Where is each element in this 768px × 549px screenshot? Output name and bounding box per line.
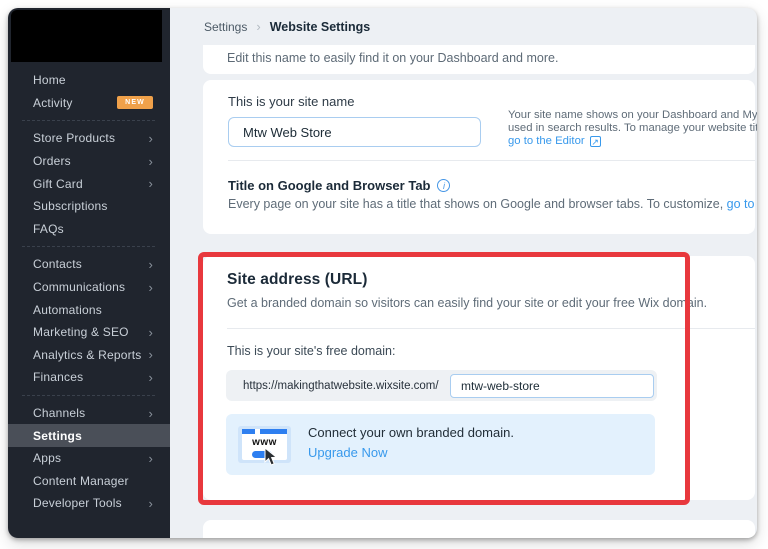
sidebar-item-label: Apps <box>33 451 62 466</box>
sidebar-item-label: Channels <box>33 406 86 421</box>
site-name-intro-text: Edit this name to easily find it on your… <box>227 51 559 65</box>
sidebar-item-label: Gift Card <box>33 176 83 191</box>
sidebar-item-content-manager[interactable]: Content Manager <box>8 470 170 493</box>
sidebar-item-label: Subscriptions <box>33 199 108 214</box>
upgrade-now-link[interactable]: Upgrade Now <box>308 445 388 460</box>
sidebar-item-communications[interactable]: Communications › <box>8 276 170 299</box>
card-divider <box>227 328 755 329</box>
sidebar-item-orders[interactable]: Orders › <box>8 150 170 173</box>
sidebar-divider <box>22 246 155 248</box>
sidebar-item-settings[interactable]: Settings <box>8 424 170 447</box>
sidebar-item-channels[interactable]: Channels › <box>8 402 170 425</box>
sidebar-item-label: Store Products <box>33 131 116 146</box>
breadcrumb-settings[interactable]: Settings <box>204 20 247 34</box>
domain-prefix-text: https://makingthatwebsite.wixsite.com/ <box>243 379 439 392</box>
sidebar-divider <box>22 394 155 396</box>
sidebar-item-subscriptions[interactable]: Subscriptions <box>8 195 170 218</box>
google-title-heading-row: Title on Google and Browser Tab i <box>228 178 451 193</box>
site-name-help-line1: Your site name shows on your Dashboard a… <box>508 109 757 121</box>
new-badge: NEW <box>117 96 153 110</box>
info-icon[interactable]: i <box>437 179 451 192</box>
site-address-heading: Site address (URL) <box>227 271 368 288</box>
next-section-card <box>203 520 755 538</box>
chevron-right-icon: › <box>148 324 153 340</box>
sidebar-item-label: Contacts <box>33 257 82 272</box>
sidebar-divider <box>22 120 155 122</box>
chevron-right-icon: › <box>148 347 153 363</box>
chevron-right-icon: › <box>148 176 153 192</box>
sidebar-item-analytics-reports[interactable]: Analytics & Reports › <box>8 344 170 367</box>
sidebar-item-activity[interactable]: Activity NEW <box>8 92 170 115</box>
sidebar-item-label: Settings <box>33 428 82 443</box>
site-logo[interactable] <box>11 10 162 62</box>
google-title-description-text: Every page on your site has a title that… <box>228 197 727 211</box>
site-name-intro-card: Edit this name to easily find it on your… <box>203 45 755 74</box>
sidebar-item-finances[interactable]: Finances › <box>8 366 170 389</box>
sidebar-item-marketing-seo[interactable]: Marketing & SEO › <box>8 321 170 344</box>
chevron-right-icon: › <box>148 256 153 272</box>
go-to-editor-link[interactable]: go to the Editor <box>508 135 585 147</box>
sidebar-item-label: Automations <box>33 302 102 317</box>
go-to-editor-inline-link[interactable]: go to Editor <box>727 197 757 211</box>
site-address-card: Site address (URL) Get a branded domain … <box>203 256 755 500</box>
sidebar-item-label: Marketing & SEO <box>33 325 129 340</box>
banner-text: Connect your own branded domain. <box>308 425 514 440</box>
www-icon-label: www <box>252 437 277 448</box>
site-address-description: Get a branded domain so visitors can eas… <box>227 296 708 310</box>
sidebar: Home Activity NEW Store Products › Orders › Gif… <box>8 8 170 538</box>
sidebar-item-label: Communications <box>33 280 126 295</box>
sidebar-item-store-products[interactable]: Store Products › <box>8 127 170 150</box>
chevron-right-icon: › <box>148 369 153 385</box>
sidebar-item-developer-tools[interactable]: Developer Tools › <box>8 492 170 515</box>
chevron-right-icon: › <box>148 153 153 169</box>
external-link-icon: ↗ <box>589 136 601 147</box>
google-title-heading: Title on Google and Browser Tab <box>228 178 431 193</box>
sidebar-item-label: Developer Tools <box>33 496 122 511</box>
sidebar-item-contacts[interactable]: Contacts › <box>8 253 170 276</box>
settings-scroll-region[interactable]: Edit this name to easily find it on your… <box>170 45 757 538</box>
chevron-right-icon: › <box>148 495 153 511</box>
site-name-input[interactable] <box>228 117 481 147</box>
free-domain-label: This is your site's free domain: <box>227 344 396 358</box>
chevron-right-icon: › <box>148 450 153 466</box>
breadcrumb-separator-icon: › <box>256 19 261 34</box>
upgrade-banner: www Connect your own branded domain. Upg… <box>226 414 655 475</box>
sidebar-item-faqs[interactable]: FAQs <box>8 218 170 241</box>
site-name-card: This is your site name Your site name sh… <box>203 80 757 234</box>
chevron-right-icon: › <box>148 130 153 146</box>
chevron-right-icon: › <box>148 405 153 421</box>
sidebar-item-label: Home <box>33 73 66 88</box>
sidebar-item-label: Content Manager <box>33 473 129 488</box>
main-area: Settings › Website Settings Edit this na… <box>170 8 757 538</box>
google-title-description: Every page on your site has a title that… <box>228 197 757 211</box>
sidebar-item-gift-card[interactable]: Gift Card › <box>8 172 170 195</box>
sidebar-item-automations[interactable]: Automations <box>8 298 170 321</box>
sidebar-item-label: Activity <box>33 95 73 110</box>
site-name-label: This is your site name <box>228 94 355 109</box>
sidebar-item-label: Orders <box>33 154 71 169</box>
site-name-help-line2: used in search results. To manage your w… <box>508 122 757 134</box>
sidebar-item-label: Finances <box>33 370 84 385</box>
breadcrumb: Settings › Website Settings <box>170 8 757 45</box>
cursor-icon <box>264 448 278 466</box>
free-domain-bar: https://makingthatwebsite.wixsite.com/ <box>226 370 657 401</box>
card-divider <box>228 160 755 161</box>
chevron-right-icon: › <box>148 279 153 295</box>
app-window: Home Activity NEW Store Products › Orders › Gif… <box>8 8 757 538</box>
page-title: Website Settings <box>269 19 371 34</box>
sidebar-item-home[interactable]: Home <box>8 69 170 92</box>
sidebar-item-label: Analytics & Reports <box>33 347 142 362</box>
domain-slug-input[interactable] <box>450 373 654 398</box>
www-domain-icon: www <box>238 426 291 466</box>
site-name-help: Your site name shows on your Dashboard a… <box>508 109 757 148</box>
sidebar-item-apps[interactable]: Apps › <box>8 447 170 470</box>
sidebar-item-label: FAQs <box>33 221 64 236</box>
sidebar-nav: Home Activity NEW Store Products › Orders › Gif… <box>8 62 170 515</box>
